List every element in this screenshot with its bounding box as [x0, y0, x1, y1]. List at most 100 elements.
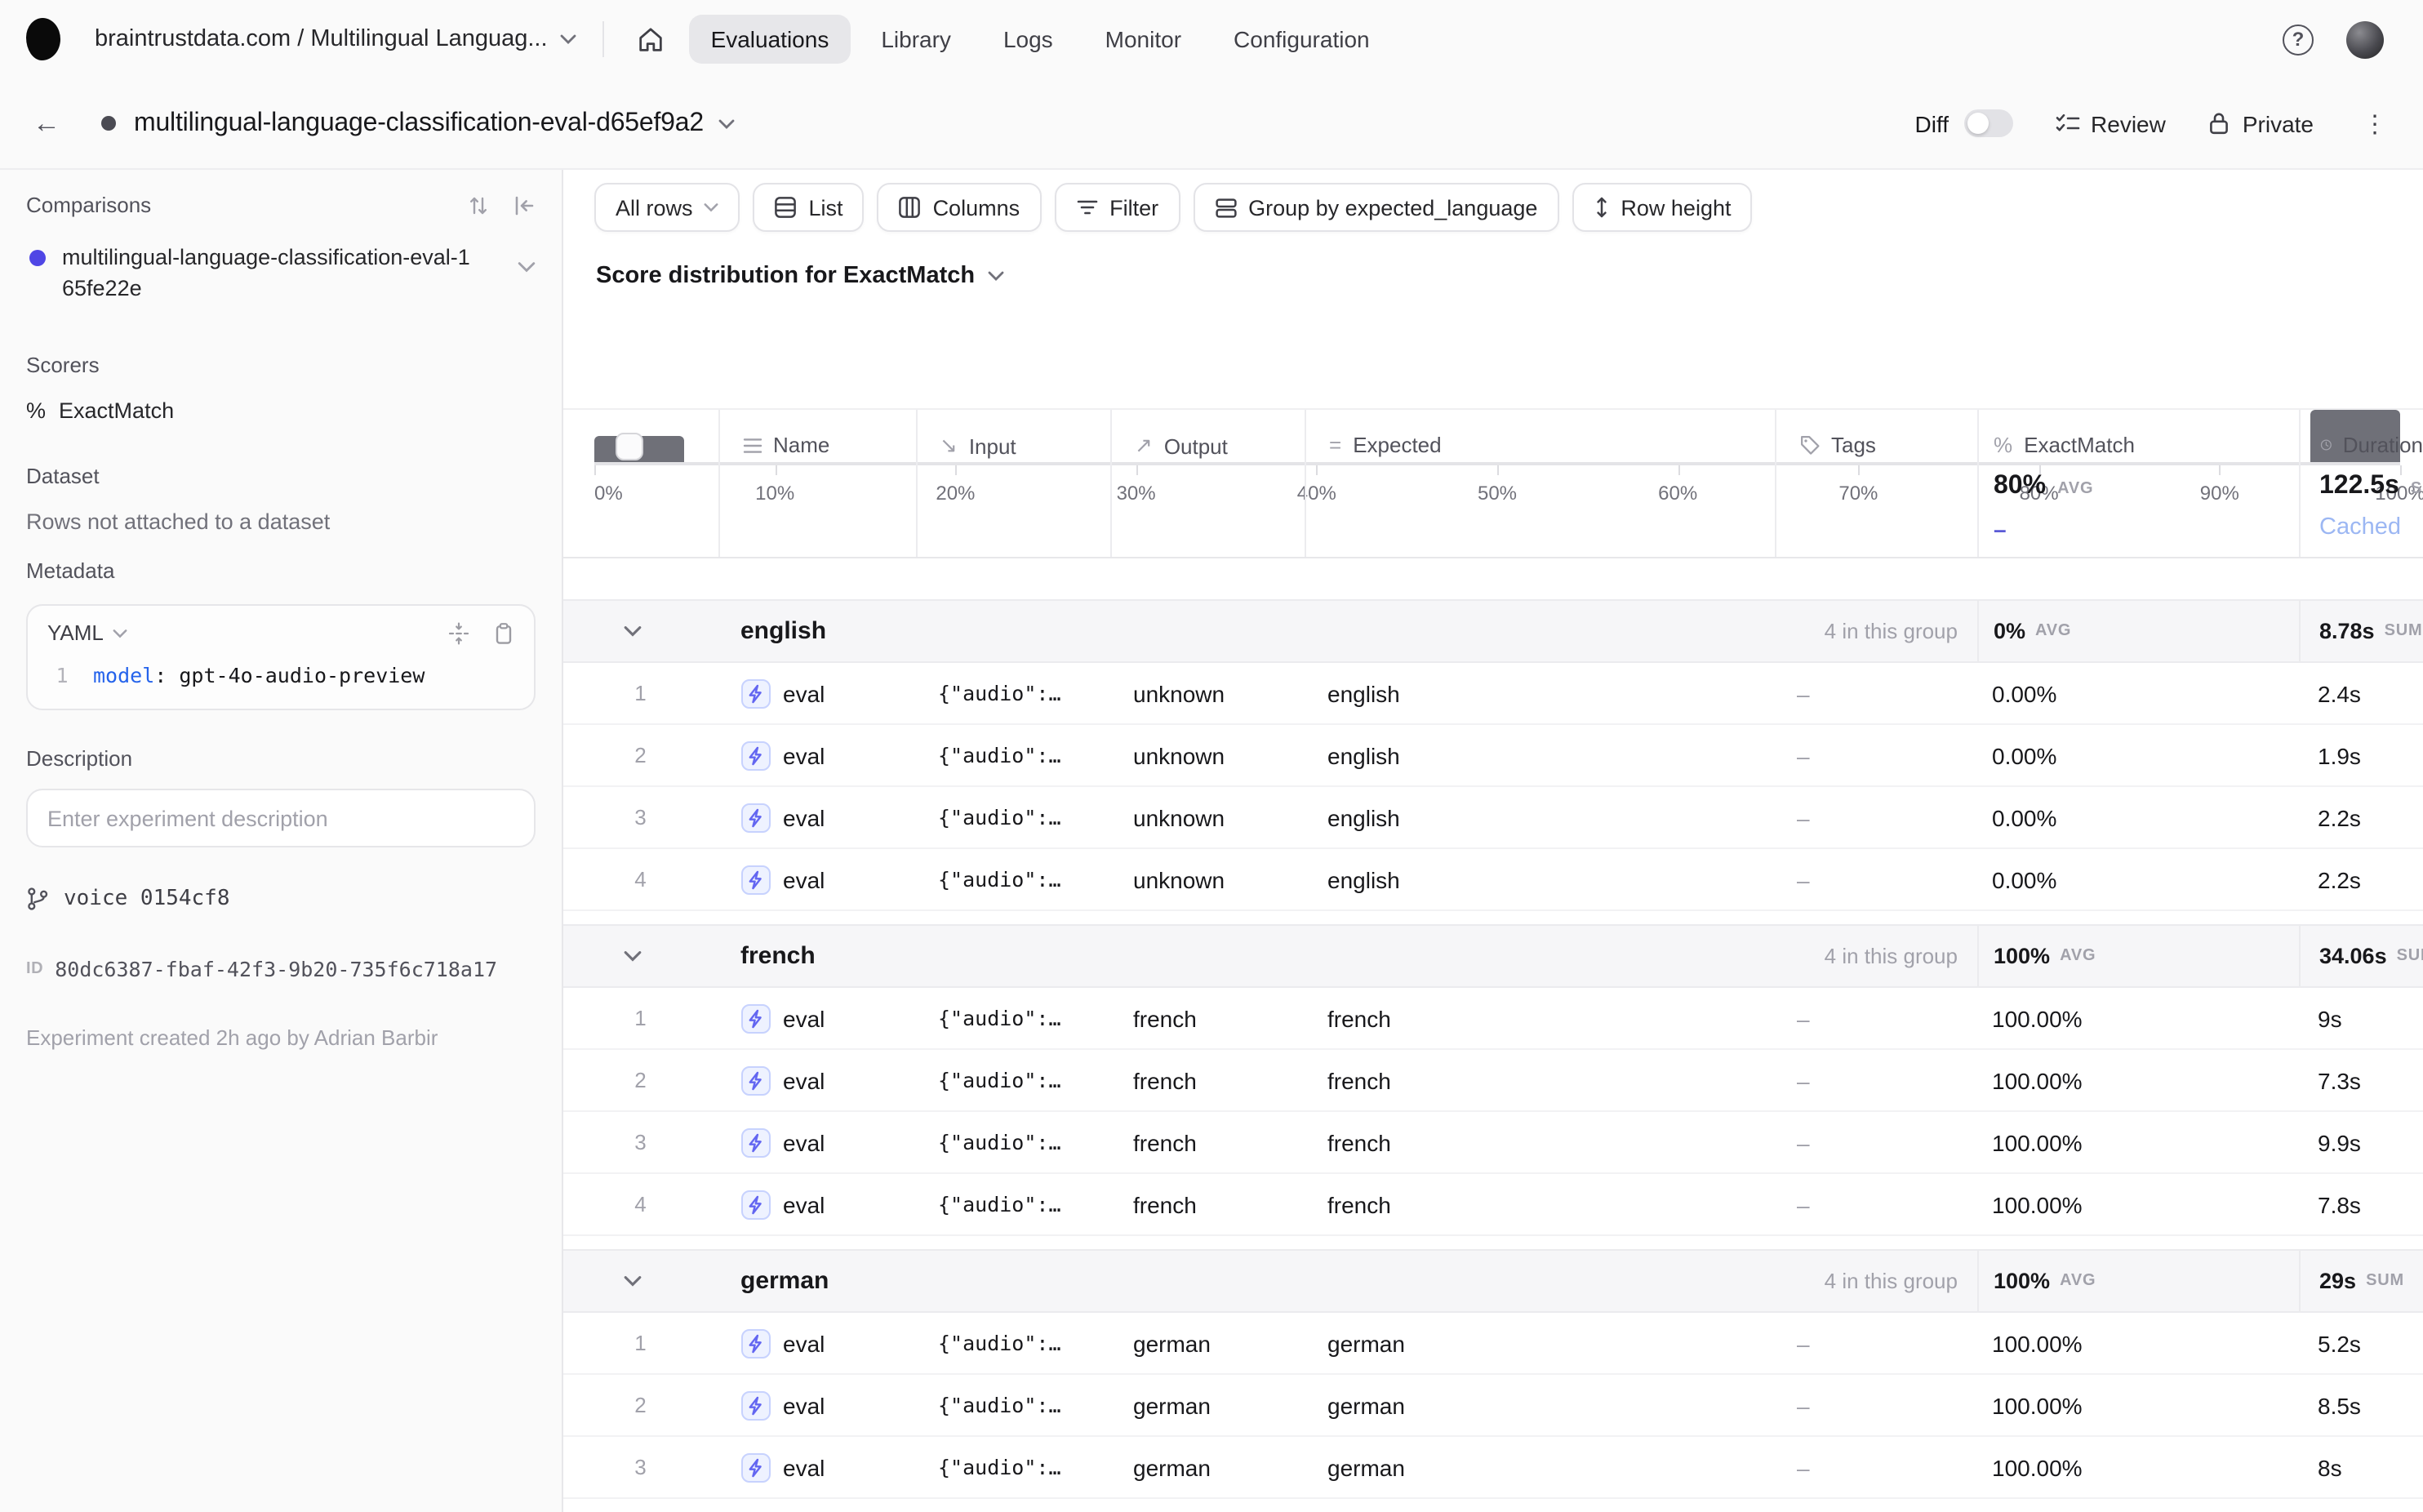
sidebar: Comparisons multilingual-language-classi…	[0, 170, 562, 1512]
all-rows-filter-button[interactable]: All rows	[594, 183, 740, 232]
duration-cell: 9s	[2298, 1005, 2423, 1031]
row-name: eval	[783, 1005, 825, 1031]
group-header-german[interactable]: german4 in this group100%AVG29sSUM	[563, 1249, 2423, 1313]
input-cell: {"audio":…	[915, 867, 1110, 892]
table-row[interactable]: 3eval{"audio":…unknownenglish–0.00%2.2s	[563, 787, 2423, 849]
eval-task-icon	[740, 1328, 770, 1358]
filter-button[interactable]: Filter	[1054, 183, 1180, 232]
eval-task-icon	[740, 1452, 770, 1482]
help-icon[interactable]: ?	[2283, 24, 2314, 55]
tags-cell: –	[1774, 1005, 1977, 1031]
table-row[interactable]: 4eval{"audio":…frenchfrench–100.00%7.8s	[563, 1174, 2423, 1236]
braintrust-logo-icon[interactable]	[26, 18, 60, 60]
duration-cell: 8s	[2298, 1454, 2423, 1480]
equals-icon: =	[1329, 433, 1341, 457]
back-button[interactable]: ←	[33, 107, 60, 140]
dataset-label: Dataset	[26, 464, 536, 488]
expected-cell: french	[1305, 1005, 1774, 1031]
columns-button[interactable]: Columns	[878, 183, 1042, 232]
private-button[interactable]: Private	[2208, 110, 2314, 136]
collapse-sidebar-icon[interactable]	[513, 193, 536, 216]
percent-icon: %	[1994, 433, 2012, 457]
avg-label: AVG	[2060, 1272, 2096, 1290]
comparison-item[interactable]: multilingual-language-classification-eva…	[26, 242, 536, 304]
table-row[interactable]: 1eval{"audio":…frenchfrench–100.00%9s	[563, 988, 2423, 1050]
table-row[interactable]: 2eval{"audio":…unknownenglish–0.00%1.9s	[563, 725, 2423, 787]
tags-cell: –	[1774, 680, 1977, 706]
lock-icon	[2208, 111, 2231, 136]
group-sum-duration: 34.06sSUM	[2298, 926, 2423, 986]
table-row[interactable]: 2eval{"audio":…germangerman–100.00%8.5s	[563, 1375, 2423, 1437]
select-all-checkbox[interactable]	[616, 433, 643, 460]
group-sum-value: 29s	[2319, 1269, 2356, 1293]
input-cell: {"audio":…	[915, 1331, 1110, 1355]
tab-monitor[interactable]: Monitor	[1084, 15, 1203, 64]
column-header-duration[interactable]: Duration 122.5s SUM Cached	[2298, 410, 2423, 557]
collapse-vertical-icon[interactable]	[447, 621, 470, 644]
branch-row[interactable]: voice 0154cf8	[26, 887, 536, 911]
table-row[interactable]: 1eval{"audio":…germangerman–100.00%5.2s	[563, 1313, 2423, 1375]
titlebar-actions: Diff Review Private ⋮	[1915, 109, 2394, 138]
input-cell: {"audio":…	[915, 1455, 1110, 1479]
review-button[interactable]: Review	[2055, 110, 2166, 136]
eval-task-icon	[740, 865, 770, 894]
chevron-down-icon[interactable]	[718, 118, 735, 128]
diff-toggle[interactable]	[1963, 109, 2012, 137]
column-header-tags[interactable]: Tags	[1774, 410, 1977, 557]
tab-logs[interactable]: Logs	[982, 15, 1074, 64]
id-value: 80dc6387-fbaf-42f3-9b20-735f6c718a17	[55, 957, 497, 981]
avatar[interactable]	[2346, 20, 2384, 58]
row-number: 4	[563, 867, 718, 892]
column-header-expected[interactable]: =Expected	[1305, 410, 1774, 557]
tab-evaluations[interactable]: Evaluations	[690, 15, 851, 64]
score-cell: 0.00%	[1977, 866, 2298, 892]
comparisons-label: Comparisons	[26, 193, 151, 217]
column-header-output[interactable]: ↗Output	[1110, 410, 1305, 557]
table-row[interactable]: 3eval{"audio":…germangerman–100.00%8s	[563, 1437, 2423, 1499]
table-row[interactable]: 2eval{"audio":…frenchfrench–100.00%7.3s	[563, 1050, 2423, 1112]
description-input[interactable]	[26, 789, 536, 847]
column-header-name[interactable]: Name	[718, 410, 915, 557]
table-row[interactable]: 1eval{"audio":…unknownenglish–0.00%2.4s	[563, 663, 2423, 725]
group-header-french[interactable]: french4 in this group100%AVG34.06sSUM	[563, 924, 2423, 988]
group-avg-value: 0%	[1994, 619, 2025, 643]
editor-mode-select[interactable]: YAML	[47, 620, 128, 645]
row-name-cell: eval	[718, 1003, 915, 1033]
tab-configuration[interactable]: Configuration	[1212, 15, 1391, 64]
yaml-value: : gpt-4o-audio-preview	[154, 663, 425, 687]
scorer-item[interactable]: % ExactMatch	[26, 398, 536, 423]
group-by-button[interactable]: Group by expected_language	[1193, 183, 1558, 232]
tags-cell: –	[1774, 1191, 1977, 1217]
row-name-cell: eval	[718, 803, 915, 832]
more-options-button[interactable]: ⋮	[2356, 109, 2394, 138]
sort-icon[interactable]	[467, 193, 490, 216]
metadata-code-line[interactable]: 1 model: gpt-4o-audio-preview	[28, 651, 534, 709]
copy-icon[interactable]	[493, 621, 514, 644]
column-header-input[interactable]: ↘Input	[915, 410, 1110, 557]
tab-library[interactable]: Library	[860, 15, 972, 64]
filter-label: Filter	[1109, 195, 1158, 220]
tag-icon	[1798, 434, 1820, 456]
avg-label: AVG	[2035, 622, 2071, 640]
row-number: 3	[563, 1455, 718, 1479]
tags-cell: –	[1774, 1454, 1977, 1480]
row-number: 2	[563, 743, 718, 767]
expected-cell: english	[1305, 866, 1774, 892]
output-cell: french	[1110, 1005, 1305, 1031]
score-distribution-title[interactable]: Score distribution for ExactMatch	[596, 263, 1004, 289]
braintrust-app: braintrustdata.com / Multilingual Langua…	[0, 0, 2423, 1512]
group-name: german	[718, 1267, 829, 1295]
group-count: 4 in this group	[1825, 944, 1958, 968]
experiment-id-row[interactable]: ID 80dc6387-fbaf-42f3-9b20-735f6c718a17	[26, 957, 536, 981]
table-row[interactable]: 4eval{"audio":…unknownenglish–0.00%2.2s	[563, 849, 2423, 911]
project-switcher[interactable]: braintrustdata.com / Multilingual Langua…	[95, 26, 577, 52]
output-cell: german	[1110, 1392, 1305, 1418]
cached-label: Cached	[2319, 514, 2423, 540]
column-header-exactmatch[interactable]: %ExactMatch 80% AVG –	[1977, 410, 2298, 557]
table-row[interactable]: 3eval{"audio":…frenchfrench–100.00%9.9s	[563, 1112, 2423, 1174]
list-view-button[interactable]: List	[754, 183, 865, 232]
home-button[interactable]	[628, 16, 674, 62]
score-distribution-label: Score distribution for ExactMatch	[596, 263, 975, 289]
row-height-button[interactable]: Row height	[1572, 183, 1752, 232]
group-header-english[interactable]: english4 in this group0%AVG8.78sSUM	[563, 599, 2423, 663]
